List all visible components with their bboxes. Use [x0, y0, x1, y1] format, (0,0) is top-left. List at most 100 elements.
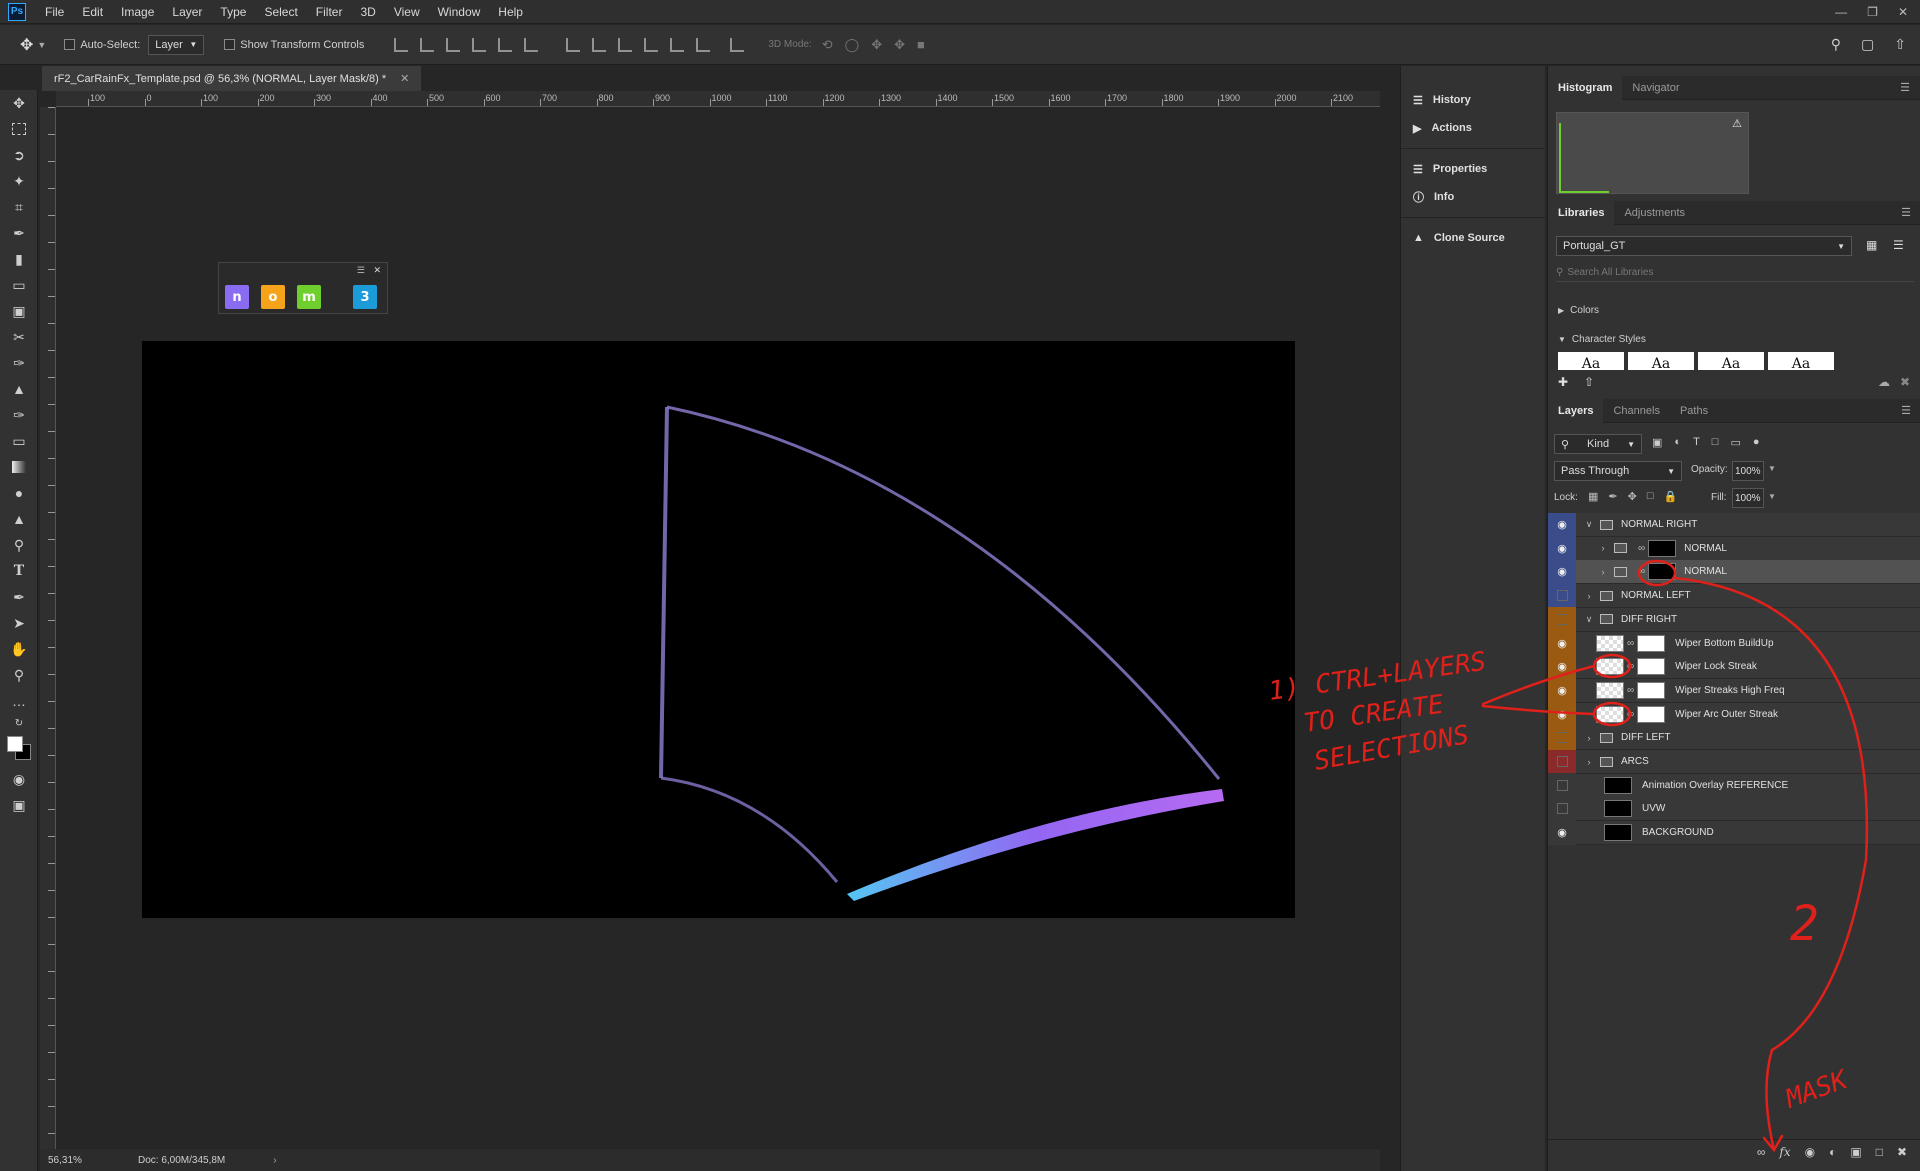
eyedropper-tool[interactable]: ✒	[0, 220, 38, 246]
layer-row[interactable]: › DIFF LEFT	[1548, 725, 1920, 751]
menu-select[interactable]: Select	[255, 0, 306, 24]
tab-adjustments[interactable]: Adjustments	[1614, 201, 1695, 225]
menu-window[interactable]: Window	[429, 0, 490, 24]
filter-toggle-icon[interactable]: ●	[1753, 436, 1760, 449]
show-transform-checkbox[interactable]	[224, 39, 236, 50]
menu-3d[interactable]: 3D	[351, 0, 384, 24]
trash-icon[interactable]: ✖	[1897, 1145, 1907, 1159]
distribute-top-icon[interactable]	[566, 37, 581, 52]
tool-preset-chevron-icon[interactable]: ▼	[37, 40, 46, 50]
layer-row[interactable]: UVW	[1548, 796, 1920, 822]
lasso-tool[interactable]: ➲	[0, 142, 38, 168]
layer-row[interactable]: ◉ › ∞ NORMAL	[1548, 536, 1920, 561]
panel-menu-icon[interactable]: ☰	[1901, 404, 1911, 417]
link-icon[interactable]: ∞	[1627, 661, 1634, 672]
layer-row[interactable]: Animation Overlay REFERENCE	[1548, 773, 1920, 798]
close-window-icon[interactable]: ✕	[1898, 5, 1908, 19]
menu-file[interactable]: File	[36, 0, 73, 24]
blur-tool[interactable]: ●	[0, 480, 38, 506]
dock-actions[interactable]: ▶ Actions	[1401, 114, 1545, 142]
path-select-tool[interactable]: ➤	[0, 610, 38, 636]
dock-clone-source[interactable]: ▲ Clone Source	[1401, 224, 1545, 252]
distribute-bottom-icon[interactable]	[618, 37, 633, 52]
chevron-down-icon[interactable]: ▼	[1768, 464, 1776, 473]
tab-paths[interactable]: Paths	[1670, 399, 1718, 423]
distribute-vcenter-icon[interactable]	[592, 37, 607, 52]
layer-mask-thumbnail[interactable]	[1648, 539, 1677, 557]
chevron-right-icon[interactable]: ›	[1596, 543, 1610, 553]
layer-row[interactable]: ◉ ∨ NORMAL RIGHT	[1548, 512, 1920, 537]
layer-row[interactable]: › ARCS	[1548, 749, 1920, 774]
lock-artboard-icon[interactable]: □	[1647, 490, 1654, 503]
visibility-toggle[interactable]	[1548, 725, 1576, 750]
3d-orbit-icon[interactable]: ⟲	[822, 37, 833, 53]
filter-adjustment-icon[interactable]: ◐	[1674, 436, 1681, 449]
panel-menu-icon[interactable]: ☰	[1900, 81, 1910, 94]
restore-icon[interactable]: ❐	[1867, 5, 1878, 19]
canvas[interactable]	[142, 341, 1295, 918]
link-icon[interactable]: ∞	[1627, 685, 1634, 696]
layer-row[interactable]: ◉ BACKGROUND	[1548, 820, 1920, 846]
link-icon[interactable]: ∞	[1638, 566, 1645, 577]
tab-layers[interactable]: Layers	[1548, 398, 1604, 423]
align-bottom-icon[interactable]	[446, 37, 461, 52]
library-search[interactable]: ⚲ Search All Libraries	[1556, 264, 1914, 282]
layer-row[interactable]: ◉ ∞ Wiper Streaks High Freq	[1548, 678, 1920, 703]
search-icon[interactable]: ⚲	[1831, 36, 1841, 53]
layer-thumbnail[interactable]	[1604, 776, 1632, 794]
hand-tool[interactable]: ✋	[0, 636, 38, 662]
visibility-toggle[interactable]: ◉	[1548, 654, 1576, 679]
new-group-icon[interactable]: ▣	[1850, 1145, 1861, 1159]
visibility-toggle[interactable]: ◉	[1548, 559, 1576, 584]
layer-mask-thumbnail[interactable]	[1637, 658, 1666, 676]
pen-tool[interactable]: ✒	[0, 584, 38, 610]
layer-thumbnail[interactable]	[1596, 658, 1624, 676]
tab-libraries[interactable]: Libraries	[1548, 200, 1615, 225]
chevron-down-icon[interactable]: ∨	[1582, 519, 1596, 530]
align-right-icon[interactable]	[524, 37, 539, 52]
tab-channels[interactable]: Channels	[1603, 399, 1669, 423]
library-select[interactable]: Portugal_GT ▼	[1556, 236, 1852, 256]
history-brush-tool[interactable]: ✑	[0, 402, 38, 428]
visibility-toggle[interactable]	[1548, 749, 1576, 774]
chevron-right-icon[interactable]: ›	[1596, 567, 1610, 577]
zoom-tool[interactable]: ⚲	[0, 662, 38, 688]
distribute-right-icon[interactable]	[696, 37, 711, 52]
layer-mask-thumbnail[interactable]	[1648, 563, 1677, 581]
distribute-left-icon[interactable]	[644, 37, 659, 52]
frame-tool[interactable]: ▣	[0, 298, 38, 324]
visibility-toggle[interactable]: ◉	[1548, 820, 1576, 845]
sharpen-tool[interactable]: ▲	[0, 506, 38, 532]
marquee-tool[interactable]	[0, 116, 38, 142]
dock-info[interactable]: ⓘ Info	[1401, 183, 1545, 211]
swap-colors[interactable]: ↻	[0, 714, 38, 732]
layer-row[interactable]: ◉ › ∞ NORMAL	[1548, 559, 1920, 585]
fill-input[interactable]: 100%	[1732, 488, 1764, 508]
align-left-icon[interactable]	[472, 37, 487, 52]
menu-edit[interactable]: Edit	[73, 0, 112, 24]
menu-view[interactable]: View	[385, 0, 429, 24]
layer-thumbnail[interactable]	[1604, 800, 1632, 818]
visibility-toggle[interactable]: ◉	[1548, 512, 1576, 537]
auto-select-checkbox[interactable]	[64, 39, 76, 50]
grid-view-icon[interactable]: ▦	[1866, 238, 1877, 252]
more-tools[interactable]: …	[0, 688, 38, 714]
visibility-toggle[interactable]	[1548, 773, 1576, 798]
zoom-level[interactable]: 56,31%	[48, 1155, 128, 1166]
new-layer-icon[interactable]: □	[1876, 1145, 1883, 1159]
lock-pixels-icon[interactable]: ✒	[1608, 490, 1617, 503]
menu-filter[interactable]: Filter	[307, 0, 352, 24]
magic-wand-tool[interactable]: ✦	[0, 168, 38, 194]
layer-filter-kind[interactable]: ⚲ Kind ▼	[1554, 434, 1642, 454]
filter-shape-icon[interactable]: □	[1712, 436, 1719, 449]
3d-pan-icon[interactable]: ✥	[871, 37, 882, 53]
layer-mask-thumbnail[interactable]	[1637, 634, 1666, 652]
link-icon[interactable]: ∞	[1757, 1145, 1766, 1159]
eraser-tool[interactable]: ▭	[0, 428, 38, 454]
style-thumb[interactable]: Aa	[1698, 352, 1764, 370]
opacity-input[interactable]: 100%	[1732, 461, 1764, 481]
tab-histogram[interactable]: Histogram	[1548, 75, 1623, 100]
layer-thumbnail[interactable]	[1596, 681, 1624, 699]
layer-row[interactable]: ◉ ∞ Wiper Bottom BuildUp	[1548, 631, 1920, 656]
ruler-tool[interactable]: ▭	[0, 272, 38, 298]
